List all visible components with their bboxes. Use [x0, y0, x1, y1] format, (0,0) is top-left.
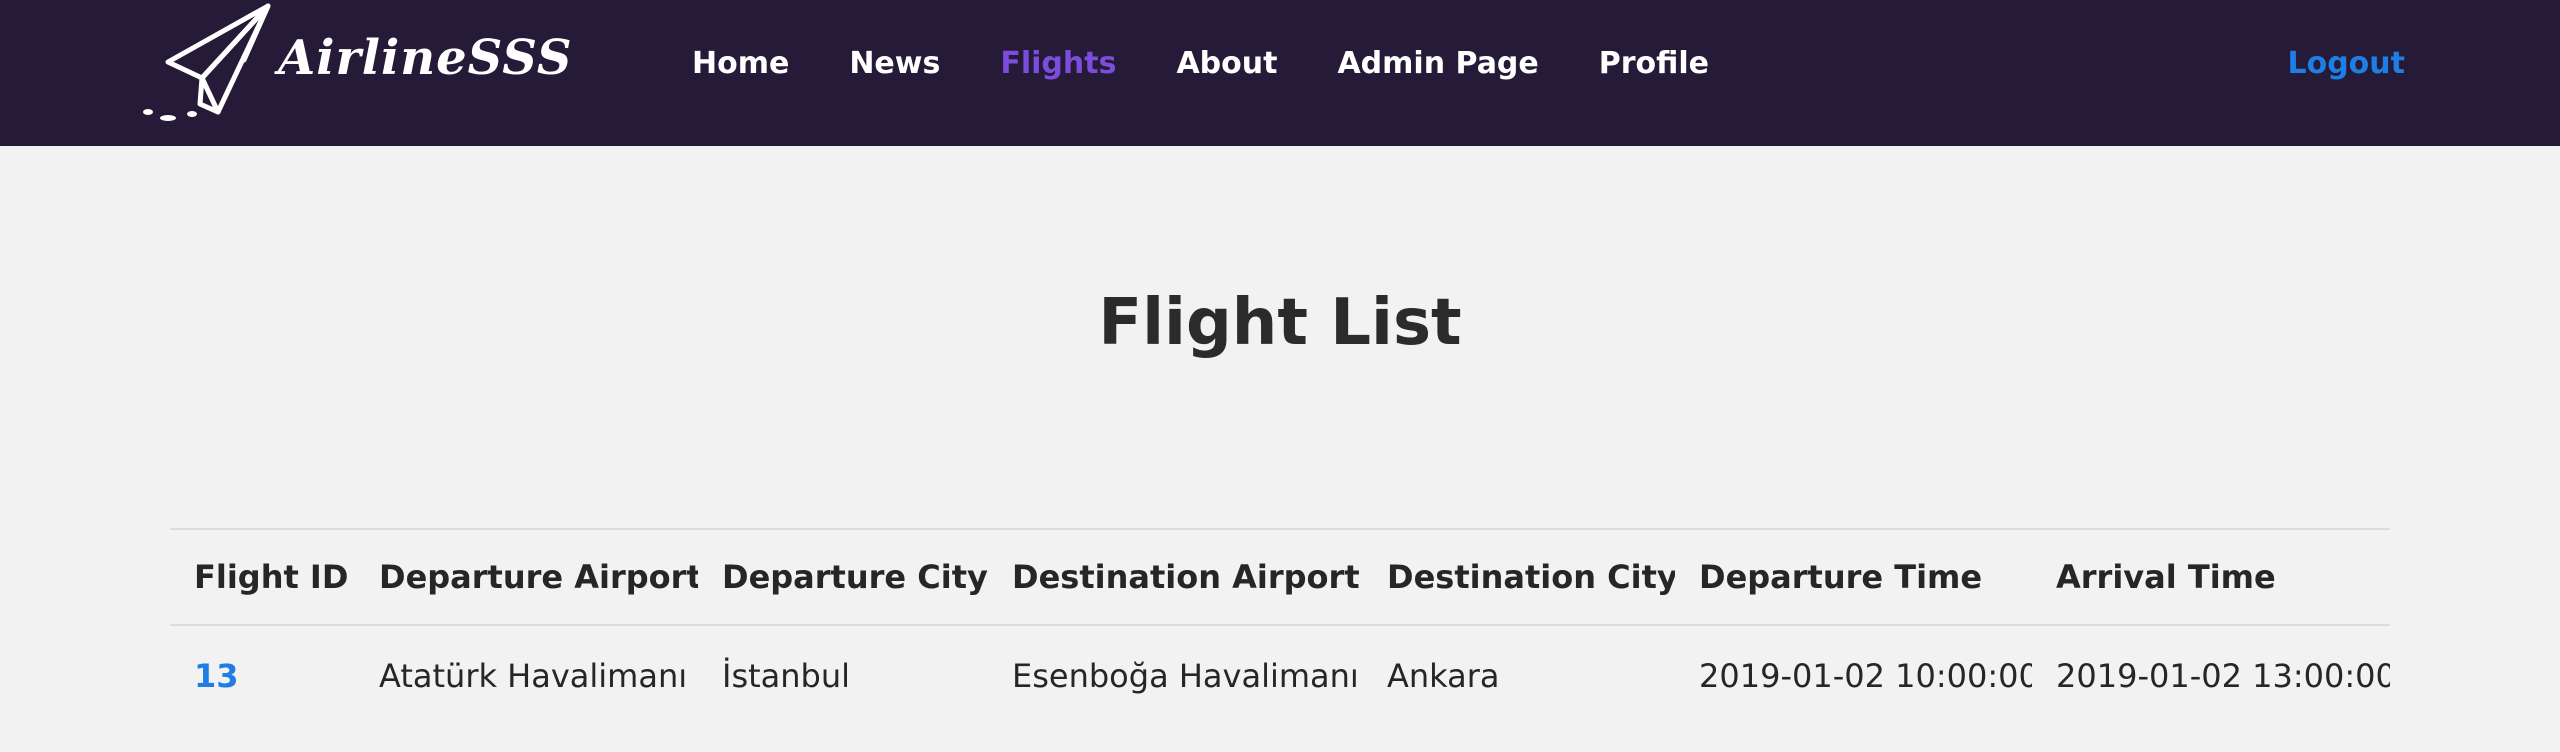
col-arrival-time: Arrival Time: [2056, 558, 2276, 596]
table-row: 13 Atatürk Havalimanı İstanbul Esenboğa …: [170, 625, 2390, 725]
departure-time-cell: 2019-01-02 10:00:00: [1699, 656, 2032, 695]
col-departure-city: Departure City: [722, 558, 988, 596]
departure-airport-cell: Atatürk Havalimanı: [379, 656, 688, 695]
flight-id-link[interactable]: 13: [170, 625, 355, 725]
page-title: Flight List: [1098, 286, 1462, 360]
col-departure-airport: Departure Airport: [379, 558, 698, 596]
col-flight-id: Flight ID: [194, 558, 349, 596]
col-departure-time: Departure Time: [1699, 558, 1983, 596]
brand-logo[interactable]: AirlineSSS: [140, 0, 572, 126]
main-nav: Home News Flights About Admin Page Profi…: [692, 46, 1769, 81]
col-destination-airport: Destination Airport: [1012, 558, 1360, 596]
brand-name[interactable]: AirlineSSS: [278, 30, 573, 86]
nav-home[interactable]: Home: [692, 46, 789, 81]
nav-admin-page[interactable]: Admin Page: [1337, 46, 1538, 81]
top-navbar: AirlineSSS Home News Flights About Admin…: [0, 0, 2560, 146]
paper-plane-icon: [143, 3, 271, 121]
arrival-time-cell: 2019-01-02 13:00:00: [2056, 656, 2390, 695]
flight-table-container: Flight ID Departure Airport Departure Ci…: [170, 528, 2390, 725]
destination-city-cell: Ankara: [1387, 656, 1500, 695]
nav-about[interactable]: About: [1176, 46, 1277, 81]
nav-profile[interactable]: Profile: [1599, 46, 1709, 81]
logout-link[interactable]: Logout: [2287, 46, 2405, 81]
nav-news[interactable]: News: [849, 46, 940, 81]
departure-city-cell: İstanbul: [722, 656, 851, 695]
col-destination-city: Destination City: [1387, 558, 1675, 596]
flight-table: Flight ID Departure Airport Departure Ci…: [170, 528, 2390, 725]
destination-airport-cell: Esenboğa Havalimanı: [1012, 656, 1359, 695]
nav-flights[interactable]: Flights: [1000, 46, 1116, 81]
table-header-row: Flight ID Departure Airport Departure Ci…: [170, 529, 2390, 625]
